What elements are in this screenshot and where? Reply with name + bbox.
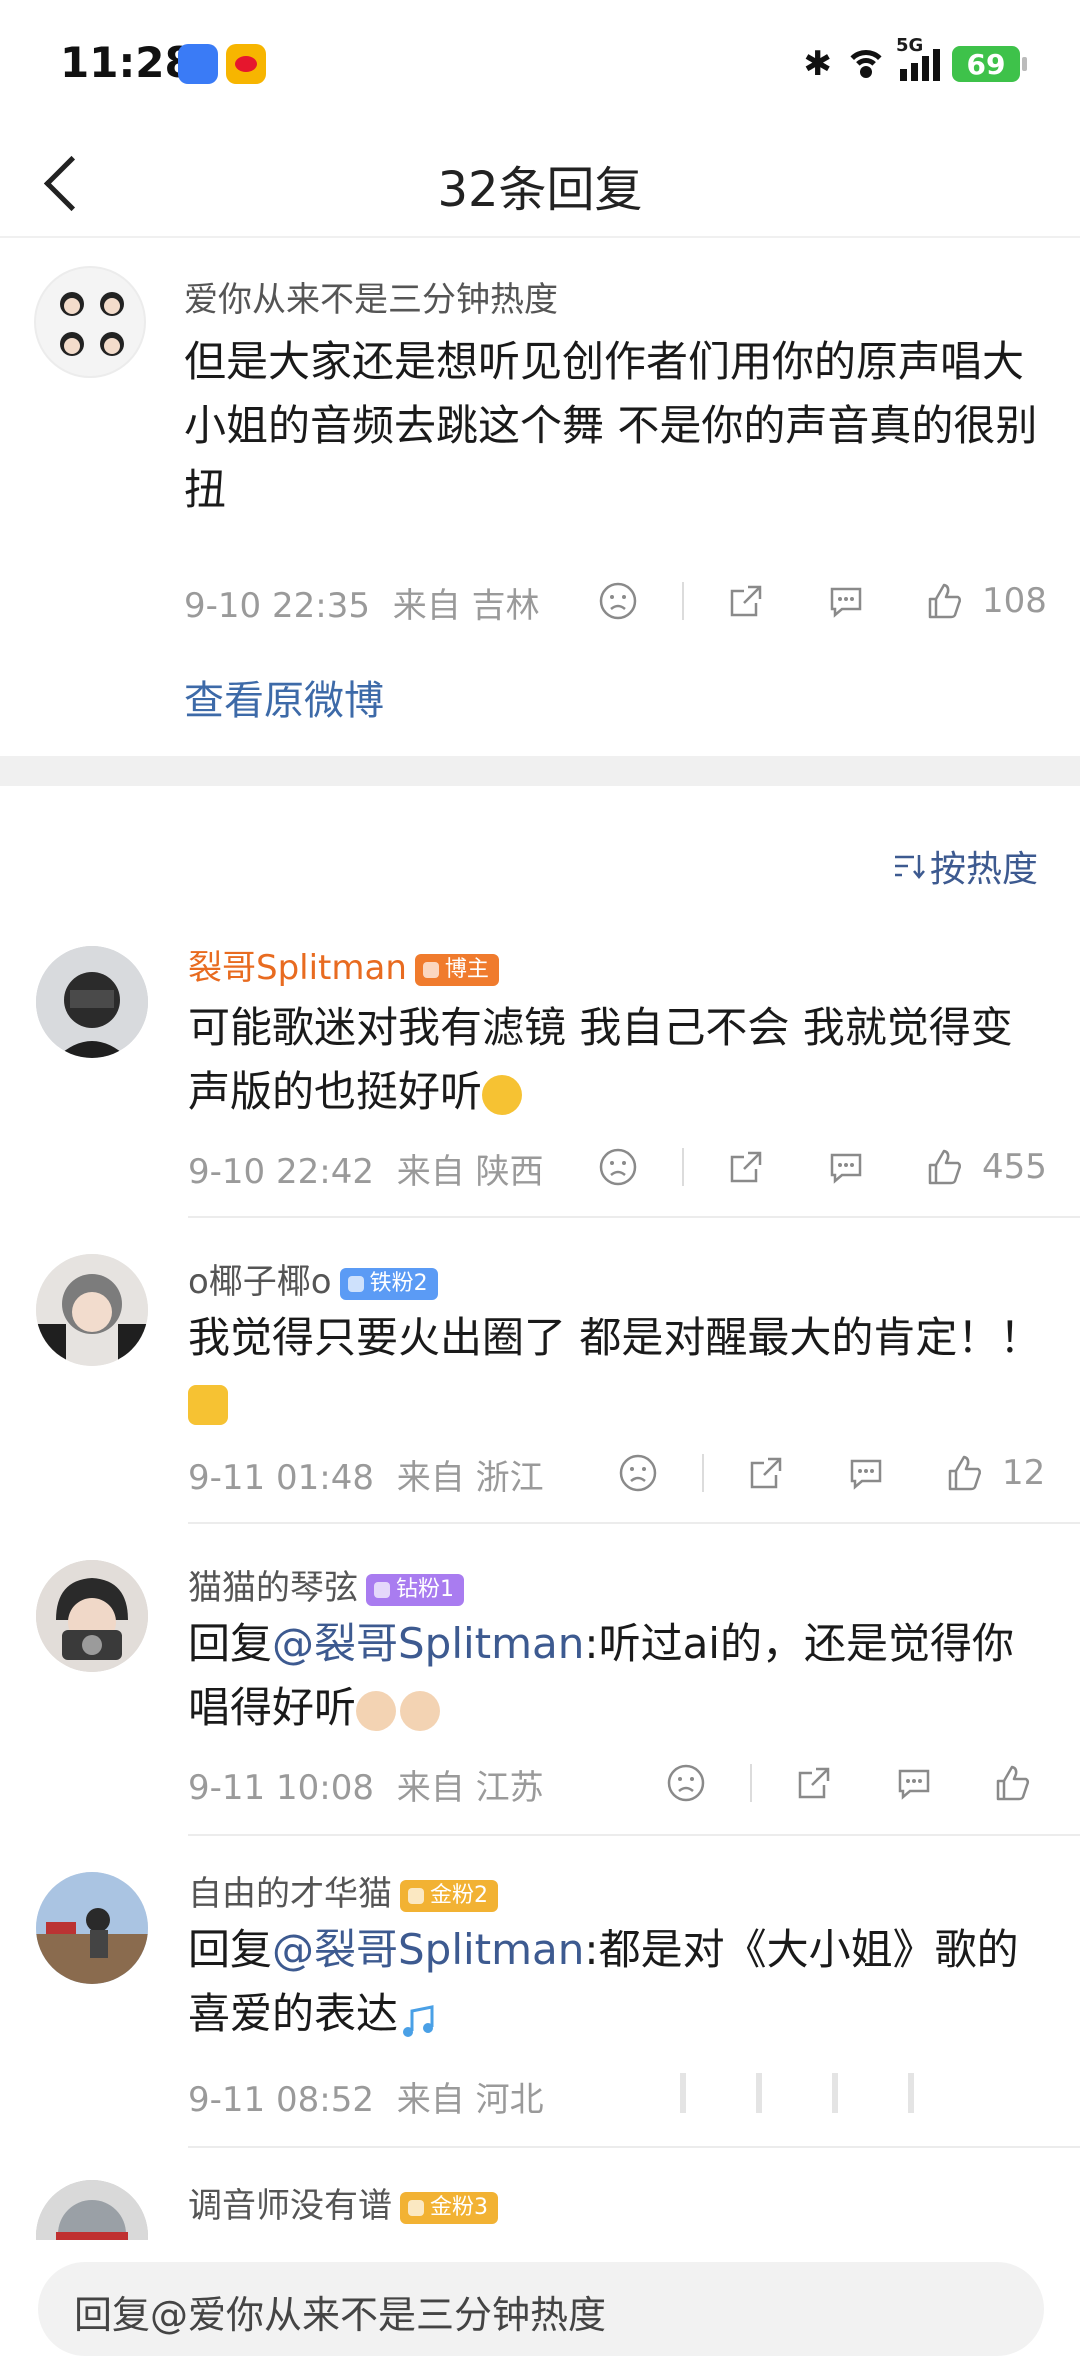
avatar[interactable]: [36, 1872, 148, 1984]
placeholder-bar: [756, 2073, 762, 2113]
sort-label: 按热度: [929, 849, 1038, 890]
view-original-link[interactable]: 查看原微博: [184, 668, 384, 726]
status-bar: 11:28 ✱ 5G 69: [0, 0, 1080, 130]
reply-actions-loading: [680, 2068, 1050, 2118]
placeholder-bar: [832, 2073, 838, 2113]
fan-badge: 金粉2: [400, 1879, 498, 1912]
reply-username[interactable]: 自由的才华猫 金粉2: [188, 1866, 498, 1915]
mention-link[interactable]: @裂哥Splitman: [272, 1619, 584, 1668]
music-note-emoji-icon: [398, 1997, 438, 2037]
reply-actions: 455: [598, 1142, 1048, 1192]
clapping-hands-emoji-icon: [400, 1690, 441, 1731]
cellular-signal-icon: 5G: [896, 35, 940, 81]
action-divider: [750, 1764, 752, 1802]
avatar[interactable]: [36, 946, 148, 1058]
clapping-hands-emoji-icon: [356, 1690, 397, 1731]
reply-username[interactable]: o椰子椰o 铁粉2: [188, 1254, 438, 1303]
reply-location: 来自 陕西: [396, 1152, 544, 1192]
dislike-face-icon[interactable]: [666, 1763, 706, 1803]
blogger-badge: 博主: [414, 953, 499, 986]
network-type: 5G: [896, 35, 924, 56]
comment-location: 来自 吉林: [392, 586, 540, 626]
action-divider: [702, 1454, 704, 1492]
dislike-face-icon[interactable]: [598, 1147, 638, 1187]
reply-location: 来自 江苏: [396, 1768, 544, 1808]
reply-input-placeholder: 回复@爱你从来不是三分钟热度: [74, 2293, 607, 2337]
reply-input[interactable]: 回复@爱你从来不是三分钟热度: [38, 2262, 1044, 2356]
mention-link[interactable]: @裂哥Splitman: [272, 1925, 584, 1974]
share-icon[interactable]: [746, 1453, 786, 1493]
like-thumb-icon[interactable]: [944, 1453, 984, 1493]
top-nav-bar: 32条回复: [0, 130, 1080, 238]
reply-actions: 12: [618, 1448, 1048, 1498]
reply-separator: [188, 1522, 1080, 1524]
thumbs-up-emoji-icon: [188, 1384, 228, 1425]
reply-text: 回复@裂哥Splitman:听过ai的，还是觉得你唱得好听: [188, 1619, 1014, 1732]
share-icon[interactable]: [794, 1763, 834, 1803]
upside-down-face-emoji-icon: [482, 1074, 523, 1115]
comment-bubble-icon[interactable]: [826, 581, 866, 621]
reply-username[interactable]: 猫猫的琴弦 钻粉1: [188, 1560, 464, 1609]
share-icon[interactable]: [726, 581, 766, 621]
comment-text: 但是大家还是想听见创作者们用你的原声唱大小姐的音频去跳这个舞 不是你的声音真的很…: [184, 337, 1038, 514]
reply-username[interactable]: 调音师没有谱 金粉3: [188, 2178, 498, 2227]
like-count: 12: [1002, 1453, 1046, 1493]
reply-time: 9-11 10:08: [188, 1768, 374, 1808]
wifi-icon: [844, 48, 888, 80]
action-divider: [682, 1148, 684, 1186]
reply-separator: [188, 1216, 1080, 1218]
fan-badge: 铁粉2: [339, 1267, 438, 1300]
sort-icon: [894, 855, 925, 879]
reply-text: 回复@裂哥Splitman:都是对《大小姐》歌的喜爱的表达: [188, 1925, 1019, 2038]
placeholder-bar: [908, 2073, 914, 2113]
reply-time: 9-10 22:42: [188, 1152, 374, 1192]
reply-location: 来自 浙江: [396, 1458, 544, 1498]
battery-icon: 69: [952, 46, 1027, 82]
dislike-face-icon[interactable]: [618, 1453, 658, 1493]
like-count: 108: [982, 581, 1047, 621]
comment-bubble-icon[interactable]: [846, 1453, 886, 1493]
reply-meta: 9-11 08:52 来自 河北: [188, 2072, 544, 2121]
comment-actions: 108: [598, 576, 1048, 626]
reply-meta: 9-10 22:42 来自 陕西: [188, 1144, 544, 1193]
weibo-notification-icon: [226, 44, 266, 84]
bluetooth-icon: ✱: [803, 44, 833, 84]
avatar[interactable]: [34, 266, 146, 378]
sort-toggle[interactable]: 按热度: [892, 840, 1038, 892]
reply-time: 9-11 08:52: [188, 2080, 374, 2120]
comment-time: 9-10 22:35: [184, 586, 370, 626]
app-market-notification-icon: [178, 44, 218, 84]
comment-bubble-icon[interactable]: [894, 1763, 934, 1803]
reply-meta: 9-11 10:08 来自 江苏: [188, 1760, 544, 1809]
reply-text: 可能歌迷对我有滤镜 我自己不会 我就觉得变声版的也挺好听: [188, 1003, 1013, 1116]
reply-time: 9-11 01:48: [188, 1458, 374, 1498]
share-icon[interactable]: [726, 1147, 766, 1187]
like-thumb-icon[interactable]: [992, 1763, 1032, 1803]
comment-bubble-icon[interactable]: [826, 1147, 866, 1187]
fan-badge: 钻粉1: [366, 1573, 464, 1606]
like-thumb-icon[interactable]: [924, 581, 964, 621]
avatar[interactable]: [36, 1254, 148, 1366]
comment-username[interactable]: 爱你从来不是三分钟热度: [184, 272, 558, 321]
avatar[interactable]: [36, 1560, 148, 1672]
section-divider: [0, 756, 1080, 786]
like-thumb-icon[interactable]: [924, 1147, 964, 1187]
action-divider: [682, 582, 684, 620]
reply-actions: [666, 1758, 1046, 1808]
reply-meta: 9-11 01:48 来自 浙江: [188, 1450, 544, 1499]
reply-separator: [188, 2146, 1080, 2148]
reply-location: 来自 河北: [396, 2080, 544, 2120]
status-time: 11:28: [60, 38, 194, 87]
like-count: 455: [982, 1147, 1047, 1187]
page-title: 32条回复: [437, 162, 643, 218]
placeholder-bar: [680, 2073, 686, 2113]
reply-text: 我觉得只要火出圈了 都是对醒最大的肯定！！: [188, 1306, 1048, 1434]
fan-badge: 金粉3: [400, 2191, 498, 2224]
comment-meta: 9-10 22:35 来自 吉林: [184, 578, 540, 627]
reply-username[interactable]: 裂哥Splitman 博主: [188, 940, 499, 989]
dislike-face-icon[interactable]: [598, 581, 638, 621]
reply-separator: [188, 1834, 1080, 1836]
